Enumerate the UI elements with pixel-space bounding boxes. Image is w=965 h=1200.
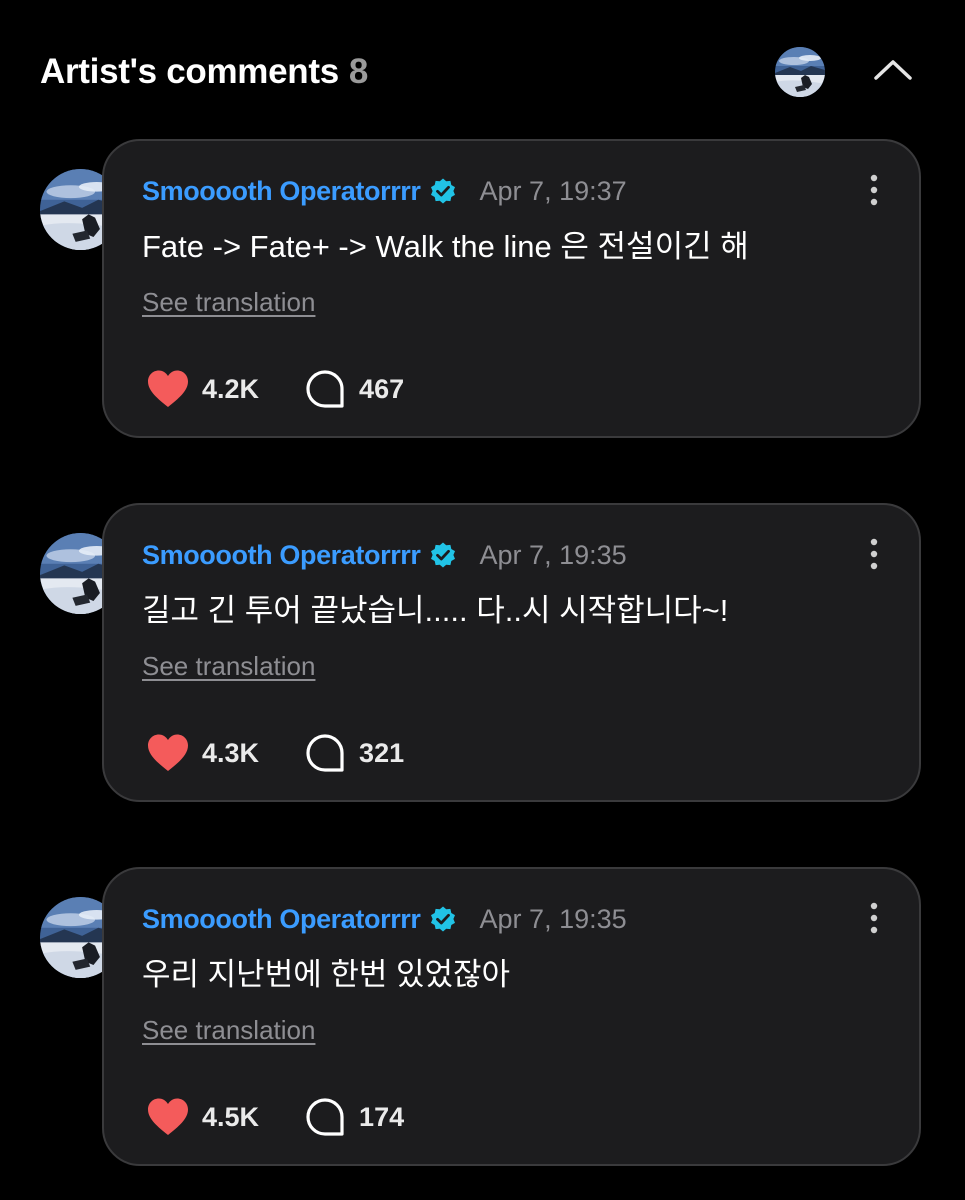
comment-actions: 4.5K 174 (146, 1095, 404, 1139)
comment-actions: 4.3K 321 (146, 731, 404, 775)
reply-button[interactable]: 321 (305, 731, 404, 775)
comment-text: Fate -> Fate+ -> Walk the line 은 전설이긴 해 (142, 229, 749, 264)
avatar-image (775, 47, 825, 97)
comment-meta: Smooooth Operatorrrr Apr 7, 19:35 (142, 537, 627, 573)
comment-card: Smooooth Operatorrrr Apr 7, 19:35 길고 긴 투… (102, 503, 921, 802)
comment-text: 우리 지난번에 한번 있었잖아 (142, 957, 511, 992)
profile-avatar[interactable] (775, 47, 825, 97)
like-button[interactable]: 4.5K (146, 1095, 259, 1139)
verified-badge-icon (430, 542, 455, 568)
comment-bubble-icon (306, 1098, 344, 1136)
section-title-label: Artist's comments (40, 52, 339, 91)
like-button[interactable]: 4.2K (146, 367, 259, 411)
comment-timestamp: Apr 7, 19:37 (479, 175, 627, 206)
more-options-button[interactable] (862, 537, 886, 571)
author-name[interactable]: Smooooth Operatorrrr (142, 540, 421, 571)
verified-badge-icon (430, 178, 455, 204)
heart-icon (148, 370, 188, 407)
reply-count: 174 (359, 1101, 405, 1132)
collapse-button[interactable] (870, 50, 916, 90)
comment-count: 8 (348, 52, 369, 91)
reply-count: 467 (359, 373, 405, 404)
verified-badge-icon (430, 906, 455, 932)
comment-meta: Smooooth Operatorrrr Apr 7, 19:37 (142, 173, 627, 209)
see-translation-link[interactable]: See translation (142, 1015, 315, 1046)
more-vertical-icon (870, 174, 878, 206)
like-count: 4.5K (202, 1101, 260, 1132)
chevron-up-icon (874, 60, 912, 80)
more-vertical-icon (870, 538, 878, 570)
reply-button[interactable]: 174 (305, 1095, 404, 1139)
section-title: Artist's comments 8 (40, 52, 368, 92)
reply-button[interactable]: 467 (305, 367, 404, 411)
comment-text: 길고 긴 투어 끝났습니..... 다..시 시작합니다~! (142, 593, 729, 628)
heart-icon (148, 734, 188, 771)
comment-item: Smooooth Operatorrrr Apr 7, 19:35 우리 지난번… (0, 867, 965, 1172)
comment-meta: Smooooth Operatorrrr Apr 7, 19:35 (142, 901, 627, 937)
reply-count: 321 (359, 737, 405, 768)
more-vertical-icon (870, 902, 878, 934)
comments-header: Artist's comments 8 (0, 0, 965, 150)
comment-actions: 4.2K 467 (146, 367, 404, 411)
comment-item: Smooooth Operatorrrr Apr 7, 19:37 Fate -… (0, 139, 965, 444)
see-translation-link[interactable]: See translation (142, 651, 315, 682)
heart-icon (148, 1098, 188, 1135)
comment-item: Smooooth Operatorrrr Apr 7, 19:35 길고 긴 투… (0, 503, 965, 808)
like-button[interactable]: 4.3K (146, 731, 259, 775)
comment-bubble-icon (306, 734, 344, 772)
comment-timestamp: Apr 7, 19:35 (479, 539, 627, 570)
more-options-button[interactable] (862, 901, 886, 935)
see-translation-link[interactable]: See translation (142, 287, 315, 318)
comment-card: Smooooth Operatorrrr Apr 7, 19:37 Fate -… (102, 139, 921, 438)
comment-card: Smooooth Operatorrrr Apr 7, 19:35 우리 지난번… (102, 867, 921, 1166)
like-count: 4.2K (202, 373, 260, 404)
like-count: 4.3K (202, 737, 260, 768)
author-name[interactable]: Smooooth Operatorrrr (142, 176, 421, 207)
comment-bubble-icon (306, 370, 344, 408)
author-name[interactable]: Smooooth Operatorrrr (142, 904, 421, 935)
comment-timestamp: Apr 7, 19:35 (479, 903, 627, 934)
more-options-button[interactable] (862, 173, 886, 207)
